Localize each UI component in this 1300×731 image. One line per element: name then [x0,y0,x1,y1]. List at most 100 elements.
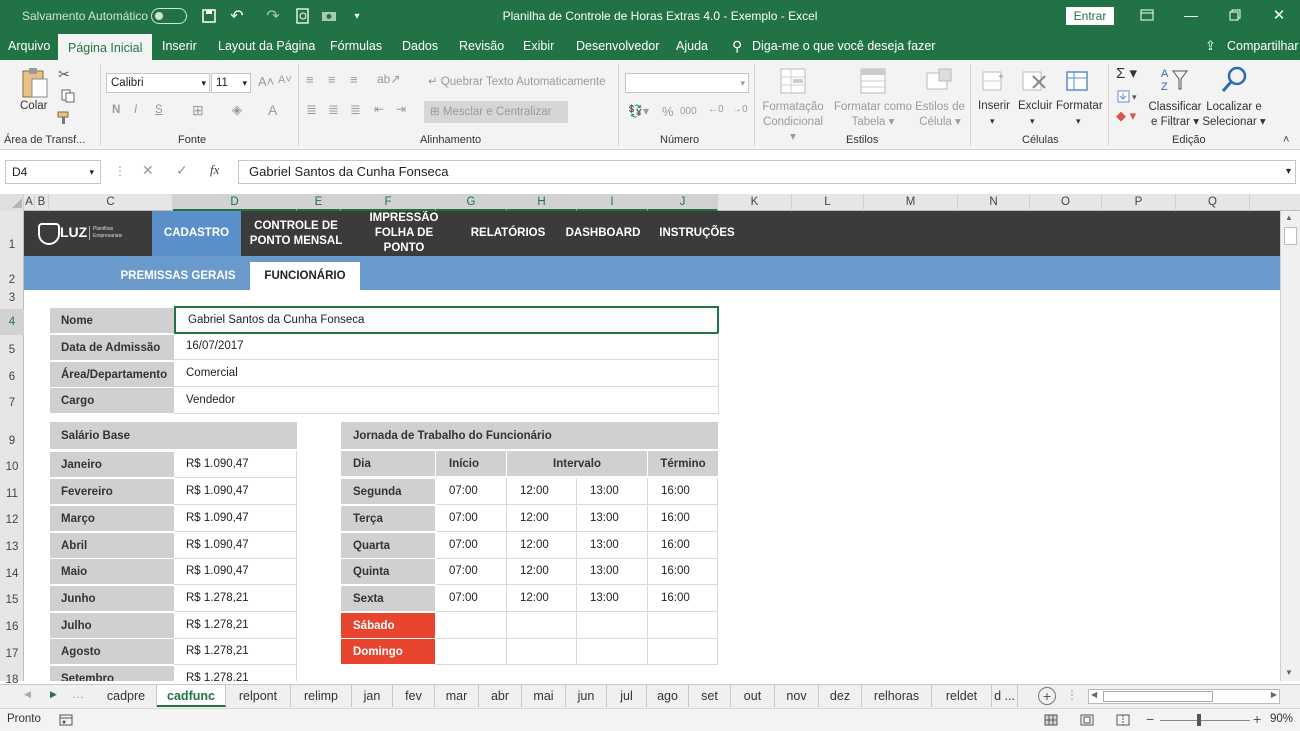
minimize-icon[interactable]: — [1182,6,1200,24]
zoom-in-icon[interactable]: + [1253,711,1261,727]
schedule-break-end-cell[interactable] [577,612,648,639]
schedule-end-cell[interactable]: 16:00 [648,532,718,559]
percent-button[interactable]: % [662,104,674,119]
column-header-q[interactable]: Q [1176,194,1250,211]
schedule-end-cell[interactable]: 16:00 [648,558,718,585]
cancel-entry-icon[interactable]: ✕ [142,162,154,179]
schedule-start-cell[interactable]: 07:00 [436,505,507,532]
autosum-icon[interactable]: Σ ▾ [1116,64,1137,82]
font-color-icon[interactable]: A [268,102,277,118]
tell-me-search[interactable]: Diga-me o que você deseja fazer [752,32,935,60]
close-icon[interactable]: ✕ [1270,6,1288,24]
nav-tab-dashboard[interactable]: DASHBOARD [560,211,646,256]
scroll-up-icon[interactable]: ▲ [1285,213,1293,222]
schedule-break-end-cell[interactable]: 13:00 [577,532,648,559]
zoom-out-icon[interactable]: − [1146,711,1154,727]
schedule-end-cell[interactable]: 16:00 [648,478,718,505]
clear-icon[interactable]: ◆ ▾ [1116,108,1136,124]
scroll-left-icon[interactable]: ◀ [1091,690,1097,699]
borders-icon[interactable]: ⊞ [192,102,204,119]
nav-tab-impressao[interactable]: IMPRESSÃO FOLHA DE PONTO [354,211,454,256]
schedule-break-start-cell[interactable] [507,612,577,639]
schedule-break-start-cell[interactable]: 12:00 [507,478,577,505]
insert-dropdown-icon[interactable]: ▾ [990,116,995,127]
find-select-icon[interactable] [1218,64,1250,96]
nav-tab-controle-ponto[interactable]: CONTROLE DE PONTO MENSAL [246,211,346,256]
schedule-start-cell[interactable]: 07:00 [436,478,507,505]
schedule-break-start-cell[interactable] [507,638,577,665]
column-header-c[interactable]: C [49,194,173,211]
menu-home[interactable]: Página Inicial [58,32,153,60]
zoom-slider[interactable] [1160,720,1250,721]
macro-record-icon[interactable] [58,712,74,728]
column-header-k[interactable]: K [718,194,792,211]
schedule-start-cell[interactable]: 07:00 [436,532,507,559]
salary-value-cell[interactable]: R$ 1.090,47 [174,478,297,505]
horizontal-scrollbar[interactable]: ◀ ▶ [1088,689,1280,704]
conditional-format-icon[interactable] [778,66,808,96]
wrap-text-button[interactable]: ↵ Quebrar Texto Automaticamente [428,74,606,88]
column-header-p[interactable]: P [1102,194,1176,211]
copy-icon[interactable] [56,88,80,104]
column-header-e[interactable]: E [297,194,341,211]
format-cells-icon[interactable] [1064,66,1092,96]
undo-icon[interactable]: ↶ [228,7,246,25]
sort-filter-button[interactable]: Classificar e Filtrar ▾ [1146,100,1204,130]
align-right-icon[interactable]: ≣ [350,102,361,118]
menu-review[interactable]: Revisão [459,32,504,60]
format-as-table-icon[interactable] [858,66,888,96]
schedule-break-start-cell[interactable]: 12:00 [507,558,577,585]
align-center-icon[interactable]: ≣ [328,102,339,118]
row-header[interactable]: 17 [0,648,24,660]
name-box[interactable]: D4 ▾ [5,160,101,184]
column-header-g[interactable]: G [436,194,507,211]
autosave-toggle[interactable] [151,8,187,24]
vertical-scrollbar[interactable]: ▲ ▼ [1280,211,1300,681]
sheet-tab-cadpre[interactable]: cadpre [96,685,157,707]
schedule-break-start-cell[interactable]: 12:00 [507,532,577,559]
salary-value-cell[interactable]: R$ 1.090,47 [174,558,297,585]
format-cells-button[interactable]: Formatar [1056,100,1103,112]
grow-font-icon[interactable]: A˄ [258,74,274,89]
schedule-break-end-cell[interactable]: 13:00 [577,505,648,532]
salary-value-cell[interactable]: R$ 1.090,47 [174,451,297,478]
schedule-start-cell[interactable]: 07:00 [436,558,507,585]
number-format-select[interactable]: ▾ [625,73,749,93]
employee-admission-cell[interactable]: 16/07/2017 [174,333,719,360]
normal-view-icon[interactable] [1042,712,1060,728]
row-header[interactable]: 7 [0,397,24,409]
print-preview-icon[interactable] [294,7,312,25]
row-header[interactable]: 11 [0,488,24,500]
bold-button[interactable]: N [112,104,120,116]
schedule-end-cell[interactable]: 16:00 [648,505,718,532]
italic-button[interactable]: I [134,104,137,116]
paste-icon[interactable] [18,66,50,100]
schedule-start-cell[interactable] [436,638,507,665]
subtab-funcionario[interactable]: FUNCIONÁRIO [250,262,360,290]
employee-department-cell[interactable]: Comercial [174,360,719,387]
find-select-button[interactable]: Localizar e Selecionar ▾ [1202,100,1266,130]
ribbon-display-icon[interactable] [1138,6,1156,24]
page-break-view-icon[interactable] [1114,712,1132,728]
thousands-button[interactable]: 000 [680,106,697,117]
row-header[interactable]: 14 [0,568,24,580]
add-sheet-icon[interactable]: + [1038,687,1056,705]
formula-input[interactable]: Gabriel Santos da Cunha Fonseca ▾ [238,160,1296,184]
align-bottom-icon[interactable]: ≡ [350,72,358,87]
column-header-d[interactable]: D [173,194,297,211]
row-header[interactable]: 3 [0,292,24,304]
salary-value-cell[interactable]: R$ 1.278,21 [174,585,297,612]
camera-icon[interactable] [320,7,338,25]
delete-dropdown-icon[interactable]: ▾ [1030,116,1035,127]
select-all-corner[interactable] [0,194,24,211]
employee-name-cell[interactable]: Gabriel Santos da Cunha Fonseca [174,306,719,334]
schedule-end-cell[interactable] [648,612,718,639]
row-header[interactable]: 6 [0,371,24,383]
salary-value-cell[interactable]: R$ 1.090,47 [174,532,297,559]
menu-help[interactable]: Ajuda [676,32,708,60]
conditional-format-button[interactable]: Formatação Condicional ▾ [760,100,826,145]
row-header[interactable]: 2 [0,274,24,286]
menu-insert[interactable]: Inserir [162,32,197,60]
schedule-break-start-cell[interactable]: 12:00 [507,585,577,612]
menu-file[interactable]: Arquivo [8,32,50,60]
